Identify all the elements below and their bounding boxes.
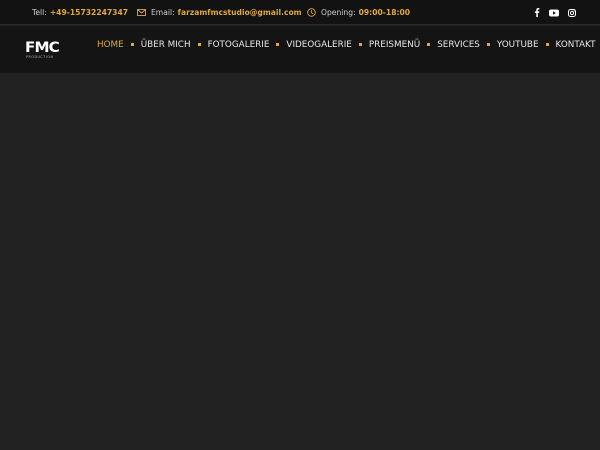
email-label: Email:	[151, 8, 175, 17]
opening-info: Opening: 09:00-18:00	[307, 0, 410, 25]
clock-icon	[307, 8, 316, 17]
main-navigation: HOME ÜBER MICH FOTOGALERIE VIDEOGALERIE …	[97, 26, 596, 63]
nav-separator	[197, 43, 201, 46]
nav-item-kontakt[interactable]: KONTAKT	[556, 40, 596, 50]
nav-separator	[545, 43, 549, 46]
nav-item-preismenu[interactable]: PREISMENÜ	[369, 40, 420, 50]
phone-link[interactable]: +49-15732247347	[50, 8, 128, 17]
nav-separator	[427, 43, 431, 46]
email-info: Email: farzamfmcstudio@gmail.com	[137, 0, 302, 25]
youtube-icon[interactable]	[549, 9, 559, 17]
phone-info: Tell: +49-15732247347	[32, 0, 128, 25]
logo-mark: FMC	[25, 40, 60, 56]
nav-separator	[276, 43, 280, 46]
hero-section	[0, 73, 600, 450]
site-logo[interactable]: FMC PRODUCTION	[25, 40, 61, 60]
opening-hours: 09:00-18:00	[358, 8, 411, 17]
facebook-icon[interactable]	[534, 8, 540, 17]
nav-item-fotogalerie[interactable]: FOTOGALERIE	[208, 40, 270, 50]
phone-label: Tell:	[32, 8, 47, 17]
nav-separator	[358, 43, 362, 46]
email-link[interactable]: farzamfmcstudio@gmail.com	[178, 8, 302, 17]
nav-item-uber-mich[interactable]: ÜBER MICH	[141, 40, 191, 50]
nav-separator	[486, 43, 490, 46]
nav-item-youtube[interactable]: YOUTUBE	[497, 40, 539, 50]
social-links	[534, 0, 576, 25]
nav-item-services[interactable]: SERVICES	[437, 40, 480, 50]
top-bar: Tell: +49-15732247347 Email: farzamfmcst…	[0, 0, 600, 25]
nav-item-home[interactable]: HOME	[97, 40, 124, 50]
nav-separator	[130, 43, 134, 46]
envelope-icon	[137, 9, 146, 16]
opening-label: Opening:	[321, 8, 356, 17]
nav-item-videogalerie[interactable]: VIDEOGALERIE	[286, 40, 351, 50]
instagram-icon[interactable]	[568, 8, 576, 17]
